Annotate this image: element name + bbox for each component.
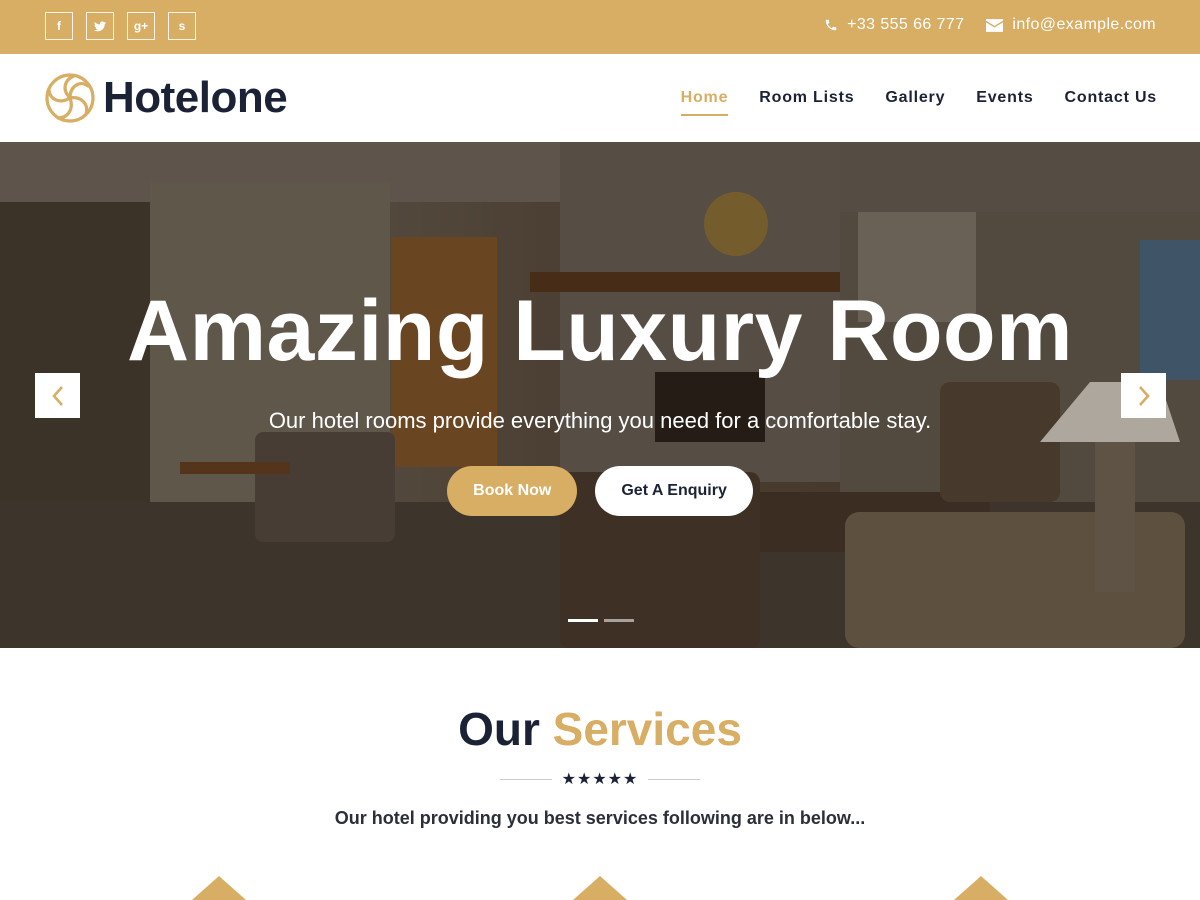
slide-indicator-1[interactable] xyxy=(568,619,598,622)
services-section: Our Services ★★★★★ Our hotel providing y… xyxy=(0,648,1200,900)
book-now-button[interactable]: Book Now xyxy=(447,466,578,516)
nav-events[interactable]: Events xyxy=(976,89,1033,107)
chevron-left-icon xyxy=(51,385,63,406)
phone-icon xyxy=(825,19,837,31)
nav-room-lists[interactable]: Room Lists xyxy=(759,89,854,107)
phone-number: +33 555 66 777 xyxy=(847,16,965,33)
logo-swirl-icon xyxy=(45,73,95,123)
nav-contact-us[interactable]: Contact Us xyxy=(1065,89,1157,107)
service-card-top-1 xyxy=(192,876,246,900)
divider-line-left xyxy=(500,778,552,780)
envelope-icon xyxy=(986,18,1004,32)
stumbleupon-icon[interactable]: s xyxy=(168,12,196,40)
services-title: Our Services xyxy=(0,702,1200,756)
email-contact[interactable]: info@example.com xyxy=(986,16,1156,34)
hero-title: Amazing Luxury Room xyxy=(126,283,1073,379)
get-enquiry-button[interactable]: Get A Enquiry xyxy=(595,466,753,516)
hero-buttons: Book Now Get A Enquiry xyxy=(0,466,1200,516)
nav-home[interactable]: Home xyxy=(680,89,729,116)
hero-overlay xyxy=(0,142,1200,648)
hero-subtitle: Our hotel rooms provide everything you n… xyxy=(268,408,932,433)
facebook-icon[interactable]: f xyxy=(45,12,73,40)
next-slide-button[interactable] xyxy=(1121,373,1166,418)
nav-gallery[interactable]: Gallery xyxy=(885,89,945,107)
divider-line-right xyxy=(648,778,700,780)
services-title-part2: Services xyxy=(552,703,742,755)
services-title-part1: Our xyxy=(458,703,540,755)
divider-stars: ★★★★★ xyxy=(561,771,639,788)
social-links: f g+ s xyxy=(45,12,196,40)
chevron-right-icon xyxy=(1138,385,1150,406)
logo[interactable]: Hotelone xyxy=(44,72,288,124)
twitter-icon[interactable] xyxy=(86,12,114,40)
slide-indicator-2[interactable] xyxy=(604,619,634,622)
google-plus-icon[interactable]: g+ xyxy=(127,12,155,40)
logo-text: Hotelone xyxy=(103,73,288,122)
email-address: info@example.com xyxy=(1012,16,1156,33)
prev-slide-button[interactable] xyxy=(35,373,80,418)
service-card-top-2 xyxy=(573,876,627,900)
main-nav: Home Room Lists Gallery Events Contact U… xyxy=(680,89,1157,116)
service-card-top-3 xyxy=(954,876,1008,900)
site-header: Hotelone Home Room Lists Gallery Events … xyxy=(0,54,1200,142)
section-divider: ★★★★★ xyxy=(500,769,700,789)
phone-contact[interactable]: +33 555 66 777 xyxy=(824,16,964,34)
hero-slider: Amazing Luxury Room Our hotel rooms prov… xyxy=(0,142,1200,648)
top-bar: f g+ s +33 555 66 777 info@example.com xyxy=(0,0,1200,54)
slider-pagination xyxy=(568,619,634,622)
services-subtitle: Our hotel providing you best services fo… xyxy=(334,808,866,828)
contact-info: +33 555 66 777 info@example.com xyxy=(824,16,1156,34)
